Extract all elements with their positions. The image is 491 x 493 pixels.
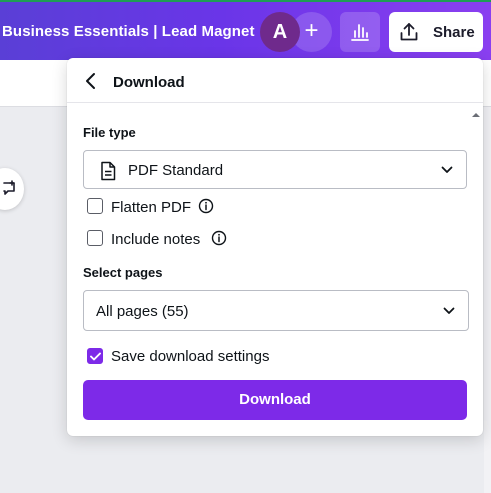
share-button[interactable]: Share	[389, 12, 483, 52]
share-label: Share	[433, 23, 475, 41]
select-pages-label: Select pages	[83, 265, 163, 280]
download-button[interactable]: Download	[83, 380, 467, 420]
panel-header: Download	[67, 58, 483, 103]
include-notes-label: Include notes	[111, 231, 201, 248]
document-title[interactable]: Business Essentials | Lead Magnet	[2, 23, 255, 40]
flatten-pdf-checkbox[interactable]	[87, 198, 103, 214]
file-type-value: PDF Standard	[128, 162, 224, 179]
file-type-select[interactable]: PDF Standard	[83, 150, 467, 189]
avatar[interactable]: A	[260, 12, 300, 52]
info-icon[interactable]	[211, 230, 227, 246]
chevron-left-icon	[86, 73, 95, 89]
back-button[interactable]	[81, 70, 101, 92]
pages-value: All pages (55)	[96, 303, 189, 320]
save-settings-checkbox[interactable]	[87, 348, 103, 364]
document-icon	[101, 161, 116, 181]
panel-title: Download	[113, 74, 185, 91]
comment-tool-button[interactable]	[0, 168, 24, 210]
save-settings-label: Save download settings	[111, 348, 270, 365]
download-panel: Download File type PDF Standard Flatten …	[67, 58, 483, 436]
upload-icon	[400, 23, 418, 41]
pages-select[interactable]: All pages (55)	[83, 290, 469, 331]
file-type-label: File type	[83, 125, 136, 140]
insights-button[interactable]	[340, 12, 380, 52]
flatten-pdf-label: Flatten PDF	[111, 199, 192, 216]
bar-chart-icon	[351, 24, 369, 41]
info-icon[interactable]	[198, 198, 214, 214]
scroll-track	[484, 107, 491, 493]
scroll-up-arrow-icon[interactable]	[471, 110, 481, 120]
chevron-down-icon	[443, 307, 455, 314]
comment-add-icon	[3, 180, 15, 195]
chevron-down-icon	[441, 166, 453, 173]
top-bar: Business Essentials | Lead Magnet + A Sh…	[0, 0, 491, 60]
include-notes-checkbox[interactable]	[87, 230, 103, 246]
checkmark-icon	[89, 352, 101, 360]
